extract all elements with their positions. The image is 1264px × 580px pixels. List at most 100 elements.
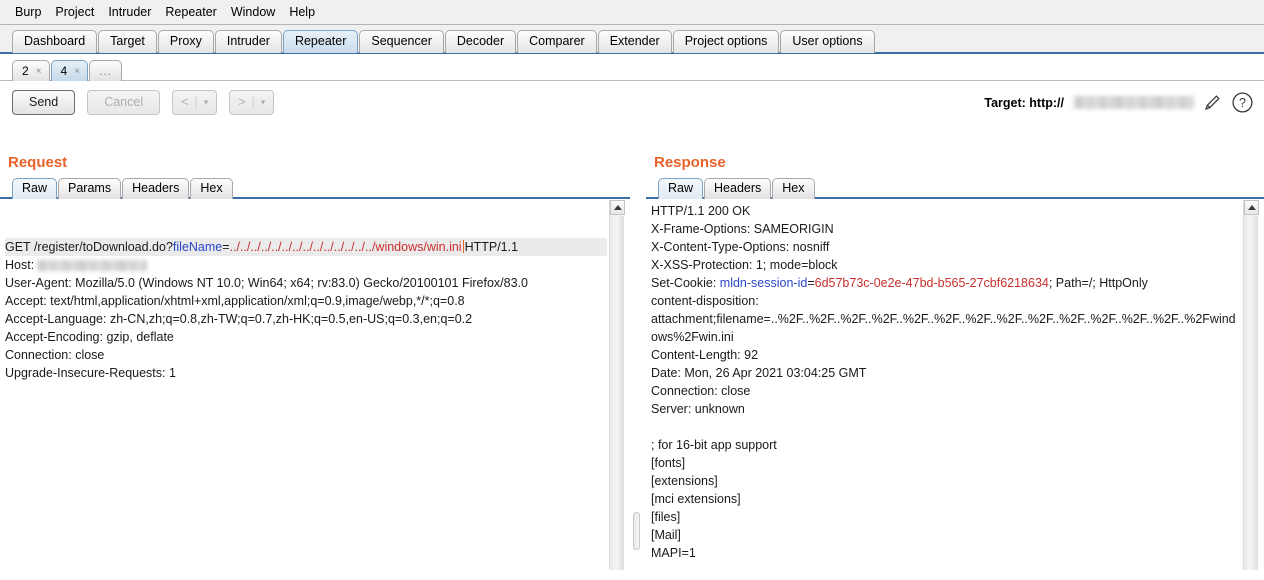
target-host-redacted bbox=[1074, 96, 1194, 109]
repeater-tab-2[interactable]: 2 × bbox=[12, 60, 50, 81]
request-raw-text[interactable]: GET /register/toDownload.do?fileName=../… bbox=[1, 200, 607, 400]
chevron-left-icon: < bbox=[181, 95, 189, 109]
tab-project-options[interactable]: Project options bbox=[672, 30, 780, 53]
response-body-line-5: [files] bbox=[651, 510, 681, 524]
repeater-tab-2-label: 2 bbox=[22, 63, 29, 78]
response-vertical-scrollbar[interactable] bbox=[1243, 200, 1259, 570]
response-body-line-1: ; for 16-bit app support bbox=[651, 438, 777, 452]
response-tab-bar: Raw Headers Hex bbox=[646, 175, 1264, 199]
response-header-connection: Connection: close bbox=[651, 384, 751, 398]
request-editor[interactable]: GET /register/toDownload.do?fileName=../… bbox=[0, 199, 630, 571]
target-label: Target: http:// bbox=[984, 95, 1064, 110]
response-title: Response bbox=[654, 154, 726, 171]
tab-proxy[interactable]: Proxy bbox=[157, 30, 214, 53]
response-tab-headers[interactable]: Headers bbox=[704, 178, 772, 199]
response-blank-line bbox=[651, 418, 1241, 436]
request-header-connection-name: Connection: bbox=[5, 348, 72, 362]
burp-suite-window: Burp Project Intruder Repeater Window He… bbox=[0, 0, 1264, 580]
request-tab-headers[interactable]: Headers bbox=[122, 178, 190, 199]
request-header-accept-language: Accept-Language: zh-CN,zh;q=0.8,zh-TW;q=… bbox=[5, 312, 472, 326]
request-line-1: GET /register/toDownload.do?fileName=../… bbox=[5, 238, 607, 256]
response-body-line-6: [Mail] bbox=[651, 528, 681, 542]
chevron-down-icon[interactable]: ▾ bbox=[204, 97, 209, 108]
main-tab-bar: Dashboard Target Proxy Intruder Repeater… bbox=[0, 25, 1264, 54]
menu-bar: Burp Project Intruder Repeater Window He… bbox=[0, 0, 1264, 25]
request-header-accept-language-value: zh-CN,zh;q=0.8,zh-TW;q=0.7,zh-HK;q=0.5,e… bbox=[106, 312, 473, 326]
scroll-up-icon[interactable] bbox=[1244, 200, 1259, 215]
request-header-user-agent-value: Mozilla/5.0 (Windows NT 10.0; Win64; x64… bbox=[71, 276, 528, 290]
repeater-tab-4[interactable]: 4 × bbox=[50, 60, 89, 81]
back-button[interactable]: < | ▾ bbox=[172, 89, 218, 115]
cancel-button[interactable]: Cancel bbox=[87, 89, 161, 115]
response-header-content-disposition-label: content-disposition: bbox=[651, 294, 759, 308]
response-header-x-frame-options: X-Frame-Options: SAMEORIGIN bbox=[651, 222, 834, 236]
response-header-x-content-type-options: X-Content-Type-Options: nosniff bbox=[651, 240, 830, 254]
repeater-tab-new[interactable]: ... bbox=[89, 60, 123, 81]
splitter-line bbox=[630, 146, 631, 580]
menu-item-intruder[interactable]: Intruder bbox=[101, 3, 158, 22]
response-editor[interactable]: HTTP/1.1 200 OK X-Frame-Options: SAMEORI… bbox=[646, 199, 1264, 571]
response-header-server: Server: unknown bbox=[651, 402, 745, 416]
scroll-up-icon[interactable] bbox=[610, 200, 625, 215]
request-header-host-name: Host: bbox=[5, 258, 35, 272]
repeater-tab-4-label: 4 bbox=[60, 63, 68, 78]
scroll-track[interactable] bbox=[1244, 216, 1258, 570]
request-param-equals: = bbox=[222, 240, 230, 254]
tab-target[interactable]: Target bbox=[98, 30, 157, 53]
tab-extender[interactable]: Extender bbox=[597, 30, 672, 53]
chevron-down-icon[interactable]: ▾ bbox=[261, 97, 266, 108]
request-header-connection: Connection: close bbox=[5, 348, 104, 362]
request-tab-raw[interactable]: Raw bbox=[12, 178, 58, 199]
request-protocol: HTTP/1.1 bbox=[464, 240, 519, 254]
menu-item-project[interactable]: Project bbox=[48, 3, 101, 22]
splitter-grip[interactable] bbox=[633, 512, 640, 550]
request-tab-hex[interactable]: Hex bbox=[190, 178, 233, 199]
menu-item-repeater[interactable]: Repeater bbox=[158, 3, 223, 22]
response-raw-text[interactable]: HTTP/1.1 200 OK X-Frame-Options: SAMEORI… bbox=[647, 200, 1241, 570]
response-tab-raw[interactable]: Raw bbox=[658, 178, 704, 199]
request-host-redacted bbox=[37, 260, 148, 272]
repeater-tab-bar: 2 × 4 × ... bbox=[0, 54, 1264, 81]
menu-item-help[interactable]: Help bbox=[282, 3, 322, 22]
svg-text:?: ? bbox=[1239, 96, 1246, 110]
response-body-line-3: [extensions] bbox=[651, 474, 718, 488]
set-cookie-equals: = bbox=[807, 276, 815, 290]
menu-item-window[interactable]: Window bbox=[224, 3, 282, 22]
tab-dashboard[interactable]: Dashboard bbox=[12, 30, 98, 53]
request-header-upgrade-insecure-value: 1 bbox=[165, 366, 176, 380]
response-body-line-7: MAPI=1 bbox=[651, 546, 696, 560]
request-header-host: Host: bbox=[5, 258, 148, 272]
tab-decoder[interactable]: Decoder bbox=[444, 30, 517, 53]
request-response-split: Request Raw Params Headers Hex GET /regi… bbox=[0, 146, 1264, 580]
request-tab-params[interactable]: Params bbox=[58, 178, 122, 199]
pane-splitter[interactable] bbox=[630, 146, 646, 580]
request-header-user-agent-name: User-Agent: bbox=[5, 276, 72, 290]
tab-repeater[interactable]: Repeater bbox=[282, 30, 359, 53]
response-tab-hex[interactable]: Hex bbox=[772, 178, 815, 199]
set-cookie-prefix: Set-Cookie: bbox=[651, 276, 720, 290]
close-icon[interactable]: × bbox=[74, 62, 80, 81]
close-icon[interactable]: × bbox=[36, 62, 42, 81]
request-header-connection-value: close bbox=[71, 348, 105, 362]
chevron-right-icon: > bbox=[238, 95, 246, 109]
response-body-line-4: [mci extensions] bbox=[651, 492, 741, 506]
tab-user-options[interactable]: User options bbox=[780, 30, 875, 53]
forward-button[interactable]: > | ▾ bbox=[229, 89, 275, 115]
request-vertical-scrollbar[interactable] bbox=[609, 200, 625, 570]
tab-sequencer[interactable]: Sequencer bbox=[359, 30, 444, 53]
request-header-accept-name: Accept: bbox=[5, 294, 47, 308]
response-status-line: HTTP/1.1 200 OK bbox=[651, 204, 751, 218]
pencil-icon[interactable] bbox=[1202, 92, 1223, 113]
request-method-path: GET /register/toDownload.do? bbox=[5, 240, 173, 254]
request-title: Request bbox=[8, 154, 68, 171]
request-header-accept-language-name: Accept-Language: bbox=[5, 312, 107, 326]
menu-item-burp[interactable]: Burp bbox=[8, 3, 48, 22]
tab-intruder[interactable]: Intruder bbox=[214, 30, 282, 53]
response-header-content-length: Content-Length: 92 bbox=[651, 348, 759, 362]
question-mark-icon[interactable]: ? bbox=[1231, 91, 1254, 114]
send-button[interactable]: Send bbox=[12, 89, 76, 115]
response-body-line-2: [fonts] bbox=[651, 456, 686, 470]
scroll-track[interactable] bbox=[610, 216, 624, 570]
set-cookie-value: 6d57b73c-0e2e-47bd-b565-27cbf6218634 bbox=[814, 276, 1049, 290]
tab-comparer[interactable]: Comparer bbox=[517, 30, 597, 53]
